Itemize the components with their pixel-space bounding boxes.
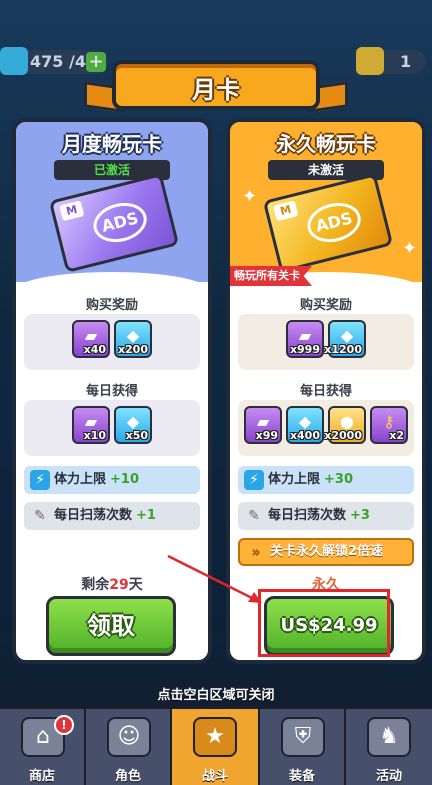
close-hint: 点击空白区域可关闭 xyxy=(157,688,275,703)
nav-battle[interactable]: ★ 战斗 xyxy=(172,709,260,785)
nav-label: 角色 xyxy=(114,769,141,784)
ticket-ads-logo: ADS xyxy=(303,197,365,248)
daily-reward-label: 每日获得 xyxy=(85,384,138,399)
energy-counter: 475 /40 + xyxy=(0,47,108,75)
perk-text: 关卡永久解锁2倍速 xyxy=(270,544,384,559)
buy-reward-label: 购买奖励 xyxy=(85,298,138,313)
perk-sweep-count: ✎ 每日扫荡次数 +3 xyxy=(238,502,414,530)
all-levels-tag: 畅玩所有关卡 xyxy=(230,266,312,286)
energy-icon xyxy=(0,47,28,75)
page-title: 月卡 xyxy=(192,76,240,104)
reward-qty: x50 xyxy=(125,429,148,442)
reward-qty: x2000 xyxy=(324,429,362,442)
perk-energy-cap: ⚡ 体力上限 +30 xyxy=(238,466,414,494)
perk-bonus: +3 xyxy=(350,508,370,523)
remaining-days: 剩余29天 xyxy=(16,574,208,594)
perk-bonus: +30 xyxy=(324,472,353,487)
perk-text: 体力上限 xyxy=(54,472,107,487)
title-banner: 月卡 xyxy=(112,60,320,110)
nav-label: 战斗 xyxy=(201,769,228,784)
daily-key[interactable]: ⚷ x2 xyxy=(370,406,408,444)
reward-qty: x2 xyxy=(389,429,404,442)
card-header: 月度畅玩卡 已激活 M ADS xyxy=(16,122,208,282)
perk-text: 每日扫荡次数 xyxy=(54,508,133,523)
reward-ads-ticket[interactable]: ▰ x999 xyxy=(286,320,324,358)
equipment-icon: ⛨ xyxy=(281,717,325,757)
reward-qty: x1200 xyxy=(324,343,362,356)
daily-reward-label: 每日获得 xyxy=(299,384,352,399)
ads-ticket-value: 1 xyxy=(400,52,412,71)
perk-bonus: +1 xyxy=(136,508,156,523)
card-title: 月度畅玩卡 xyxy=(62,132,162,156)
ticket-m-logo: M xyxy=(273,200,299,222)
reward-qty: x40 xyxy=(83,343,106,356)
broom-icon: ✎ xyxy=(248,508,260,524)
daily-gold[interactable]: ● x2000 xyxy=(324,406,366,444)
ads-ticket-icon xyxy=(356,47,384,75)
nav-equipment[interactable]: ⛨ 装备 xyxy=(260,709,346,785)
daily-reward-box: ▰ x99 ◆ x400 ● x2000 ⚷ x2 xyxy=(238,400,414,456)
sparkle-icon: ✦ xyxy=(242,186,258,207)
perk-text: 体力上限 xyxy=(268,472,321,487)
perk-sweep-count: ✎ 每日扫荡次数 +1 xyxy=(24,502,200,530)
nav-event[interactable]: ♞ 活动 xyxy=(346,709,432,785)
lightning-icon: ⚡ xyxy=(244,470,264,490)
perk-energy-cap: ⚡ 体力上限 +10 xyxy=(24,466,200,494)
reward-ads-ticket[interactable]: ▰ x40 xyxy=(72,320,110,358)
ads-ticket-counter: 1 xyxy=(356,47,426,75)
reward-qty: x99 xyxy=(255,429,278,442)
daily-gem[interactable]: ◆ x400 xyxy=(286,406,324,444)
nav-label: 活动 xyxy=(375,769,402,784)
remain-suffix: 天 xyxy=(128,577,143,593)
notification-badge: ! xyxy=(54,715,74,735)
reward-gem[interactable]: ◆ x1200 xyxy=(324,320,366,358)
character-icon: ☺ xyxy=(107,717,151,757)
nav-shop[interactable]: ⌂ ! 商店 xyxy=(0,709,86,785)
reward-qty: x200 xyxy=(117,343,148,356)
buy-reward-box: ▰ x999 ◆ x1200 xyxy=(238,314,414,370)
monthly-card-panel: 月度畅玩卡 已激活 M ADS 购买奖励 ▰ x40 ◆ x200 每日获得 ▰ x1… xyxy=(12,118,212,664)
perk-text: 每日扫荡次数 xyxy=(268,508,347,523)
event-icon: ♞ xyxy=(367,717,411,757)
ads-card-image: M ADS xyxy=(262,173,394,273)
buy-reward-box: ▰ x40 ◆ x200 xyxy=(24,314,200,370)
sparkle-icon: ✦ xyxy=(402,238,418,259)
ads-card-image: M ADS xyxy=(48,173,180,273)
daily-ads-ticket[interactable]: ▰ x99 xyxy=(244,406,282,444)
battle-icon: ★ xyxy=(193,717,237,757)
purchase-highlight-box xyxy=(258,589,390,657)
fast-forward-icon: » xyxy=(251,544,261,560)
claim-button[interactable]: 领取 xyxy=(46,596,176,656)
lightning-icon: ⚡ xyxy=(30,470,50,490)
reward-gem[interactable]: ◆ x200 xyxy=(114,320,152,358)
perk-double-speed: » 关卡永久解锁2倍速 xyxy=(238,538,414,566)
card-title: 永久畅玩卡 xyxy=(276,132,376,156)
daily-gem[interactable]: ◆ x50 xyxy=(114,406,152,444)
reward-qty: x999 xyxy=(289,343,320,356)
permanent-card-panel: 永久畅玩卡 未激活 M ADS ✦ ✦ 畅玩所有关卡 购买奖励 ▰ x999 ◆ x… xyxy=(226,118,426,664)
daily-reward-box: ▰ x10 ◆ x50 xyxy=(24,400,200,456)
buy-reward-label: 购买奖励 xyxy=(299,298,352,313)
daily-ads-ticket[interactable]: ▰ x10 xyxy=(72,406,110,444)
reward-qty: x10 xyxy=(83,429,106,442)
reward-qty: x400 xyxy=(289,429,320,442)
nav-label: 装备 xyxy=(288,769,315,784)
remain-days-value: 29 xyxy=(109,577,129,593)
nav-label: 商店 xyxy=(28,769,55,784)
ticket-ads-logo: ADS xyxy=(89,197,151,248)
remain-prefix: 剩余 xyxy=(81,577,110,593)
bottom-nav: ⌂ ! 商店 ☺ 角色 ★ 战斗 ⛨ 装备 ♞ 活动 xyxy=(0,706,432,785)
card-header: 永久畅玩卡 未激活 M ADS ✦ ✦ xyxy=(230,122,422,282)
ticket-m-logo: M xyxy=(59,200,85,222)
broom-icon: ✎ xyxy=(34,508,46,524)
nav-character[interactable]: ☺ 角色 xyxy=(86,709,172,785)
add-energy-button[interactable]: + xyxy=(86,52,106,72)
perk-bonus: +10 xyxy=(110,472,139,487)
